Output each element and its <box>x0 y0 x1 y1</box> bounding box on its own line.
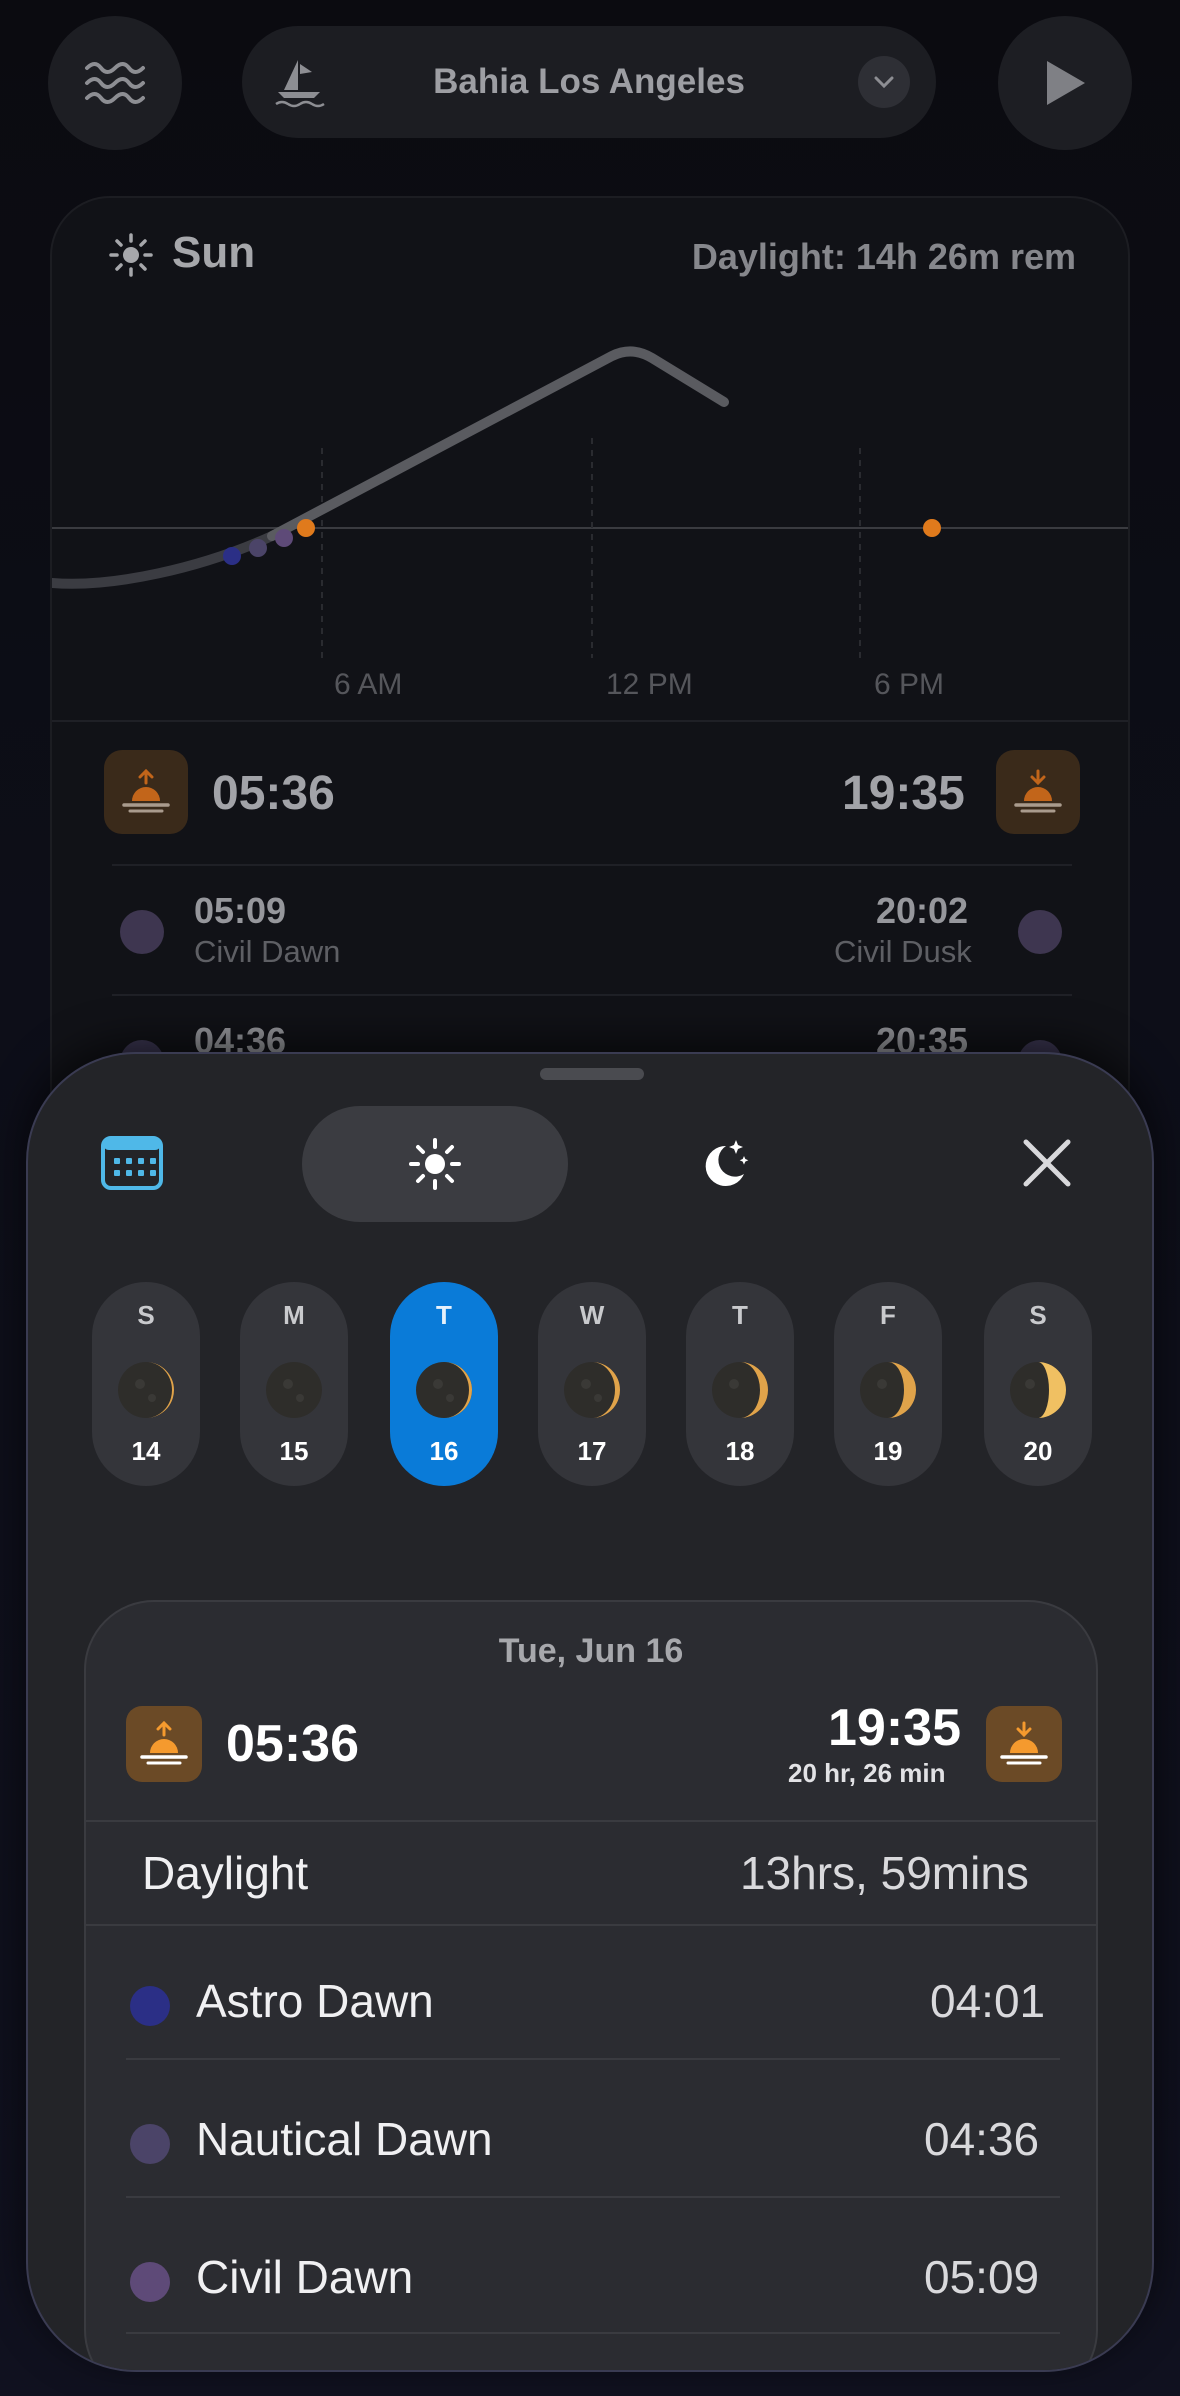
location-name: Bahia Los Angeles <box>433 62 745 101</box>
sun-icon <box>409 1138 461 1190</box>
tick-6pm: 6 PM <box>874 668 945 701</box>
day-letter: F <box>880 1300 896 1330</box>
civil-dawn-dot <box>130 2262 170 2302</box>
sun-path-chart <box>52 346 1128 658</box>
day-tue-16[interactable]: T 16 <box>390 1282 498 1486</box>
sun-path-day <box>267 346 729 541</box>
day-mon-15[interactable]: M 15 <box>240 1282 348 1486</box>
divider <box>52 720 1128 722</box>
day-detail-card: Tue, Jun 16 05:36 19:35 20 hr, 26 min Da… <box>84 1600 1098 2370</box>
row-label: Astro Dawn <box>196 1975 434 2027</box>
civil-dawn-label: Civil Dawn <box>194 934 341 969</box>
row-label: Nautical Dawn <box>196 2113 493 2165</box>
row-value: 05:09 <box>924 2251 1040 2303</box>
day-letter: T <box>732 1300 748 1330</box>
row-value: 04:36 <box>924 2113 1040 2165</box>
sunrise-icon <box>122 769 170 813</box>
day-number: 15 <box>279 1436 309 1466</box>
moon-phase-icon <box>1010 1362 1066 1418</box>
tick-6am: 6 AM <box>334 668 403 701</box>
moon-phase-icon <box>118 1362 174 1418</box>
sunrise-badge <box>104 750 188 834</box>
close-button[interactable] <box>1022 1138 1072 1193</box>
tick-12pm: 12 PM <box>606 668 693 701</box>
sunset-icon <box>1000 1721 1048 1765</box>
civil-dusk-dot <box>1018 910 1062 954</box>
location-selector[interactable]: Bahia Los Angeles <box>242 26 936 138</box>
day-number: 18 <box>725 1436 755 1466</box>
day-number: 16 <box>429 1436 459 1466</box>
divider <box>126 2058 1060 2060</box>
civil-dusk-label: Civil Dusk <box>834 934 972 969</box>
chevron-down-icon[interactable] <box>858 56 910 108</box>
sun-tab[interactable] <box>302 1106 568 1222</box>
day-letter: S <box>1029 1300 1047 1330</box>
moon-phase-icon <box>564 1362 620 1418</box>
tide-button[interactable] <box>48 16 182 150</box>
sunset-time: 19:35 <box>842 767 965 820</box>
sun-details-sheet: S 14 M 15 T 16 W 17 T 18 F 19 S 20 Tue, … <box>26 1052 1154 2372</box>
daylight-label: Daylight <box>142 1847 309 1899</box>
moon-phase-icon <box>416 1362 472 1418</box>
civil-dawn-marker <box>275 529 293 547</box>
daylight-value: 13hrs, 59mins <box>740 1847 1029 1899</box>
detail-sunrise-time: 05:36 <box>226 1715 359 1773</box>
moon-phase-icon <box>860 1362 916 1418</box>
day-wed-17[interactable]: W 17 <box>538 1282 646 1486</box>
moon-stars-icon <box>705 1140 749 1186</box>
astro-dawn-dot <box>130 1986 170 2026</box>
day-fri-19[interactable]: F 19 <box>834 1282 942 1486</box>
sun-card: Sun Daylight: 14h 26m rem 6 AM 12 PM 6 P… <box>50 196 1130 1196</box>
detail-date: Tue, Jun 16 <box>498 1632 684 1670</box>
civil-dusk-time: 20:02 <box>876 890 969 931</box>
sunrise-icon <box>140 1721 188 1765</box>
detail-sunset-sub: 20 hr, 26 min <box>788 1758 946 1788</box>
waves-icon <box>85 62 145 104</box>
moon-tab[interactable] <box>696 1136 752 1197</box>
day-sat-20[interactable]: S 20 <box>984 1282 1092 1486</box>
play-button[interactable] <box>998 16 1132 150</box>
nautical-dawn-marker <box>249 539 267 557</box>
sun-title: Sun <box>172 228 256 277</box>
calendar-button[interactable] <box>100 1132 164 1197</box>
day-letter: S <box>137 1300 155 1330</box>
day-number: 20 <box>1023 1436 1053 1466</box>
moon-phase-icon <box>712 1362 768 1418</box>
detail-sunset-time: 19:35 <box>828 1699 961 1757</box>
sunrise-marker <box>297 519 315 537</box>
day-number: 19 <box>873 1436 903 1466</box>
row-value: 04:01 <box>930 1975 1046 2027</box>
sunset-marker <box>923 519 941 537</box>
play-icon <box>1047 61 1085 105</box>
divider <box>112 994 1072 996</box>
divider <box>112 864 1072 866</box>
day-number: 17 <box>577 1436 607 1466</box>
nautical-dawn-dot <box>130 2124 170 2164</box>
row-label: Civil Dawn <box>196 2251 414 2303</box>
divider <box>126 2332 1060 2334</box>
sun-icon <box>109 233 153 277</box>
close-icon <box>1023 1139 1071 1187</box>
sheet-grabber[interactable] <box>540 1068 644 1080</box>
sunrise-badge <box>126 1706 202 1782</box>
day-thu-18[interactable]: T 18 <box>686 1282 794 1486</box>
daylight-remaining: Daylight: 14h 26m rem <box>691 236 1076 277</box>
day-letter: T <box>436 1300 452 1330</box>
sunrise-time: 05:36 <box>212 767 335 820</box>
day-letter: M <box>283 1300 305 1330</box>
divider <box>86 1924 1096 1926</box>
sunset-icon <box>1014 769 1062 813</box>
day-sun-14[interactable]: S 14 <box>92 1282 200 1486</box>
sunset-badge <box>996 750 1080 834</box>
sunset-badge <box>986 1706 1062 1782</box>
day-number: 14 <box>131 1436 161 1466</box>
civil-dawn-dot <box>120 910 164 954</box>
divider <box>126 2196 1060 2198</box>
divider <box>86 1820 1096 1822</box>
calendar-icon <box>101 1136 163 1190</box>
astro-dawn-marker <box>223 547 241 565</box>
day-letter: W <box>579 1300 605 1330</box>
moon-phase-icon <box>266 1362 322 1418</box>
civil-dawn-time: 05:09 <box>194 890 287 931</box>
